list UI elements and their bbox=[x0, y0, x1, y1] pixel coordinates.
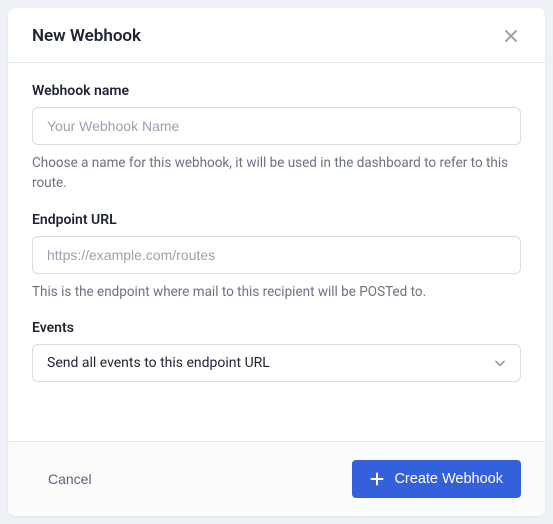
events-group: Events Send all events to this endpoint … bbox=[32, 320, 521, 382]
webhook-name-input[interactable] bbox=[32, 107, 521, 145]
cancel-button[interactable]: Cancel bbox=[32, 463, 108, 495]
events-select[interactable]: Send all events to this endpoint URL bbox=[32, 344, 521, 382]
endpoint-url-input[interactable] bbox=[32, 236, 521, 274]
create-webhook-label: Create Webhook bbox=[394, 471, 503, 487]
endpoint-url-label: Endpoint URL bbox=[32, 212, 521, 228]
events-label: Events bbox=[32, 320, 521, 336]
modal-body: Webhook name Choose a name for this webh… bbox=[8, 63, 545, 441]
endpoint-url-help: This is the endpoint where mail to this … bbox=[32, 282, 521, 302]
close-button[interactable] bbox=[501, 26, 521, 46]
new-webhook-modal: New Webhook Webhook name Choose a name f… bbox=[8, 8, 545, 516]
modal-header: New Webhook bbox=[8, 8, 545, 63]
webhook-name-label: Webhook name bbox=[32, 83, 521, 99]
endpoint-url-group: Endpoint URL This is the endpoint where … bbox=[32, 212, 521, 302]
plus-icon bbox=[370, 472, 384, 486]
close-icon bbox=[503, 28, 519, 44]
create-webhook-button[interactable]: Create Webhook bbox=[352, 460, 521, 498]
webhook-name-help: Choose a name for this webhook, it will … bbox=[32, 153, 521, 194]
events-select-wrap: Send all events to this endpoint URL bbox=[32, 344, 521, 382]
modal-footer: Cancel Create Webhook bbox=[8, 441, 545, 516]
modal-title: New Webhook bbox=[32, 26, 141, 46]
webhook-name-group: Webhook name Choose a name for this webh… bbox=[32, 83, 521, 194]
